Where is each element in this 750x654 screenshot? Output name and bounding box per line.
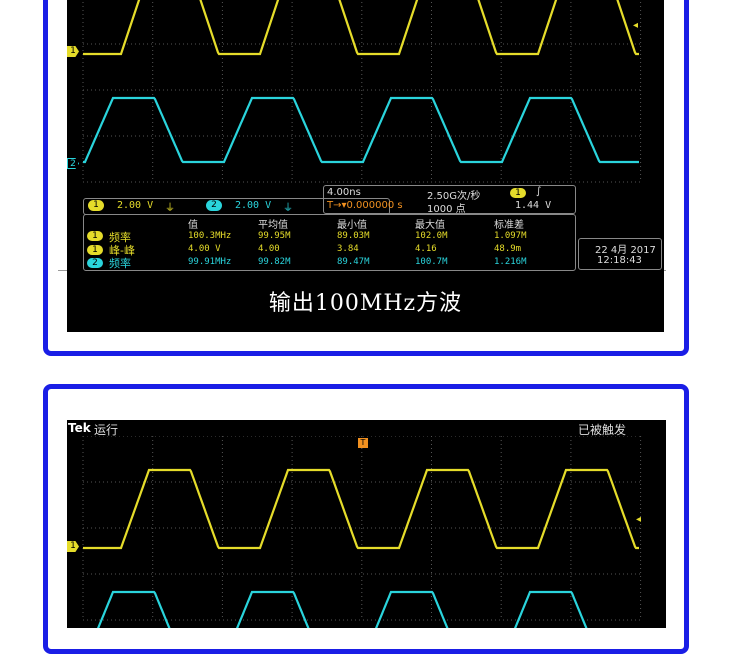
- scope-screen-bottom: Tek 运行 已被触发: [67, 420, 666, 628]
- scope-display-top: [82, 0, 642, 183]
- brand-label: Tek: [68, 421, 91, 435]
- scope-screen-top: [67, 0, 664, 270]
- caption: 输出100MHz方波: [67, 270, 664, 332]
- caption-text: 输出100MHz方波: [268, 291, 463, 316]
- scope-display-bottom: [82, 427, 642, 628]
- ch2-waveform: [83, 96, 639, 164]
- graticule: [82, 0, 642, 183]
- ch1-waveform: [83, 0, 639, 56]
- trigger-status: 已被触发: [577, 423, 626, 437]
- run-status: 运行: [94, 423, 119, 437]
- ch2-waveform: [96, 590, 588, 628]
- status-bar: Tek 运行 已被触发: [67, 420, 666, 437]
